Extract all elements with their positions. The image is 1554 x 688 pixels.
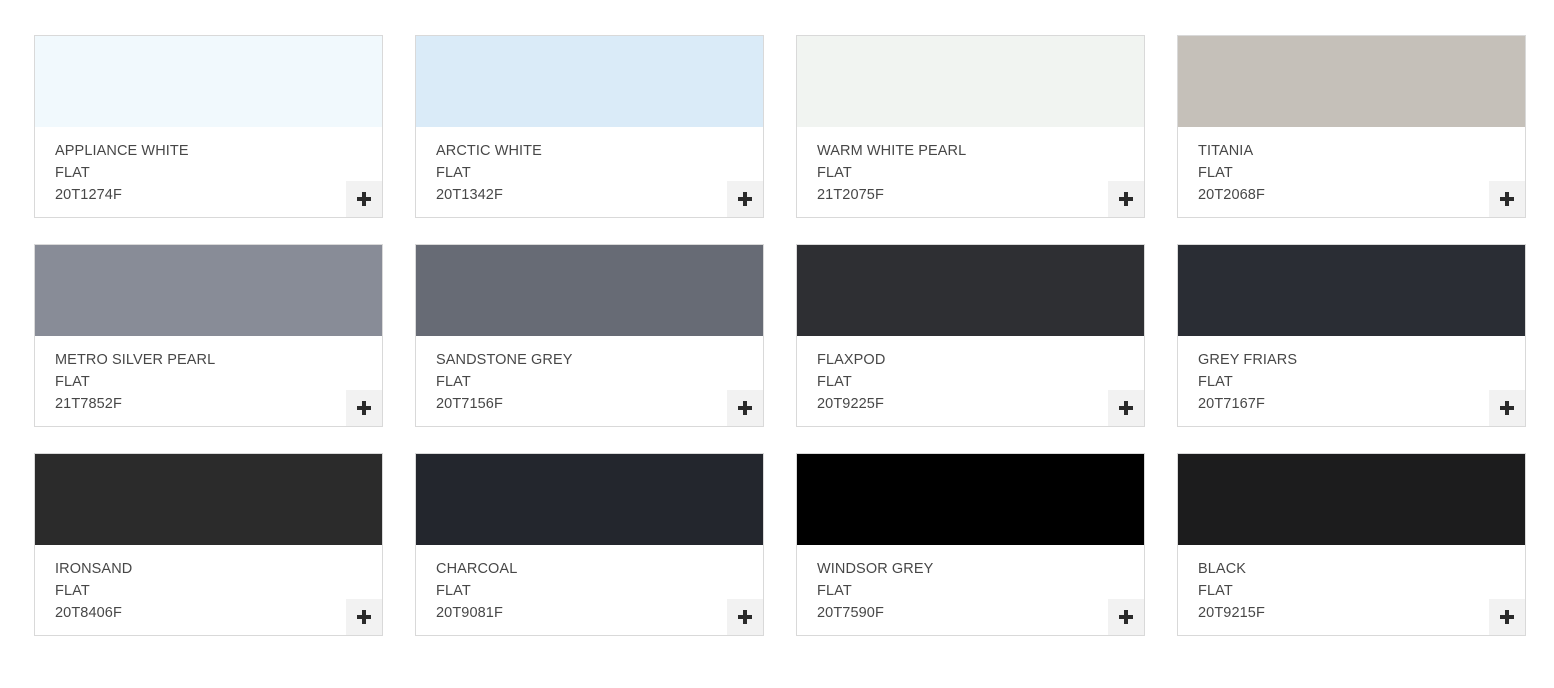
add-button[interactable] (727, 599, 763, 635)
color-card[interactable]: WARM WHITE PEARL FLAT 21T2075F (796, 35, 1145, 218)
plus-icon (1500, 401, 1514, 415)
color-code: 21T2075F (817, 187, 884, 203)
plus-icon (357, 610, 371, 624)
color-swatch (797, 36, 1144, 127)
color-swatch (416, 454, 763, 545)
color-name: WINDSOR GREY (817, 561, 934, 577)
color-name: BLACK (1198, 561, 1247, 577)
color-finish: FLAT (436, 374, 471, 390)
plus-icon (1119, 401, 1133, 415)
color-swatch (1178, 454, 1525, 545)
color-code: 20T2068F (1198, 187, 1265, 203)
card-details: FLAXPOD FLAT 20T9225F (817, 349, 885, 415)
color-swatch (797, 454, 1144, 545)
color-name: CHARCOAL (436, 561, 518, 577)
color-name: WARM WHITE PEARL (817, 143, 967, 159)
card-details: BLACK FLAT 20T9215F (1198, 558, 1265, 624)
color-finish: FLAT (55, 583, 90, 599)
plus-icon (357, 401, 371, 415)
color-finish: FLAT (817, 374, 852, 390)
add-button[interactable] (1108, 390, 1144, 426)
add-button[interactable] (1108, 181, 1144, 217)
color-card[interactable]: GREY FRIARS FLAT 20T7167F (1177, 244, 1526, 427)
card-details: TITANIA FLAT 20T2068F (1198, 140, 1265, 206)
card-details: IRONSAND FLAT 20T8406F (55, 558, 132, 624)
color-finish: FLAT (55, 374, 90, 390)
card-details: METRO SILVER PEARL FLAT 21T7852F (55, 349, 215, 415)
color-card[interactable]: SANDSTONE GREY FLAT 20T7156F (415, 244, 764, 427)
color-swatch (797, 245, 1144, 336)
color-card[interactable]: WINDSOR GREY FLAT 20T7590F (796, 453, 1145, 636)
plus-icon (1500, 192, 1514, 206)
color-name: IRONSAND (55, 561, 133, 577)
color-code: 20T7590F (817, 605, 884, 621)
color-finish: FLAT (436, 165, 471, 181)
color-swatch (35, 36, 382, 127)
plus-icon (1500, 610, 1514, 624)
add-button[interactable] (346, 599, 382, 635)
color-code: 20T9081F (436, 605, 503, 621)
color-card[interactable]: IRONSAND FLAT 20T8406F (34, 453, 383, 636)
card-details: CHARCOAL FLAT 20T9081F (436, 558, 517, 624)
add-button[interactable] (727, 390, 763, 426)
plus-icon (738, 192, 752, 206)
card-details: APPLIANCE WHITE FLAT 20T1274F (55, 140, 189, 206)
add-button[interactable] (1489, 390, 1525, 426)
color-finish: FLAT (1198, 583, 1233, 599)
add-button[interactable] (1108, 599, 1144, 635)
color-code: 20T8406F (55, 605, 122, 621)
color-code: 20T7156F (436, 396, 503, 412)
color-code: 20T1274F (55, 187, 122, 203)
color-name: ARCTIC WHITE (436, 143, 542, 159)
add-button[interactable] (727, 181, 763, 217)
color-code: 20T7167F (1198, 396, 1265, 412)
add-button[interactable] (346, 390, 382, 426)
color-code: 21T7852F (55, 396, 122, 412)
plus-icon (738, 610, 752, 624)
color-swatch (35, 245, 382, 336)
card-details: GREY FRIARS FLAT 20T7167F (1198, 349, 1297, 415)
color-name: FLAXPOD (817, 352, 886, 368)
color-card[interactable]: CHARCOAL FLAT 20T9081F (415, 453, 764, 636)
color-card[interactable]: BLACK FLAT 20T9215F (1177, 453, 1526, 636)
plus-icon (1119, 192, 1133, 206)
add-button[interactable] (1489, 599, 1525, 635)
add-button[interactable] (346, 181, 382, 217)
color-card[interactable]: APPLIANCE WHITE FLAT 20T1274F (34, 35, 383, 218)
color-code: 20T9225F (817, 396, 884, 412)
plus-icon (357, 192, 371, 206)
card-details: ARCTIC WHITE FLAT 20T1342F (436, 140, 542, 206)
color-card[interactable]: FLAXPOD FLAT 20T9225F (796, 244, 1145, 427)
color-finish: FLAT (817, 583, 852, 599)
plus-icon (1119, 610, 1133, 624)
color-swatch (416, 245, 763, 336)
color-swatch (416, 36, 763, 127)
color-finish: FLAT (55, 165, 90, 181)
color-name: GREY FRIARS (1198, 352, 1298, 368)
color-finish: FLAT (436, 583, 471, 599)
color-code: 20T1342F (436, 187, 503, 203)
card-details: WARM WHITE PEARL FLAT 21T2075F (817, 140, 966, 206)
color-name: TITANIA (1198, 143, 1254, 159)
color-finish: FLAT (1198, 374, 1233, 390)
add-button[interactable] (1489, 181, 1525, 217)
color-swatch-grid: APPLIANCE WHITE FLAT 20T1274F ARCTIC WHI… (34, 35, 1526, 636)
card-details: WINDSOR GREY FLAT 20T7590F (817, 558, 933, 624)
color-swatch (1178, 36, 1525, 127)
color-name: METRO SILVER PEARL (55, 352, 216, 368)
color-swatch (1178, 245, 1525, 336)
color-card[interactable]: METRO SILVER PEARL FLAT 21T7852F (34, 244, 383, 427)
color-code: 20T9215F (1198, 605, 1265, 621)
color-finish: FLAT (1198, 165, 1233, 181)
color-name: SANDSTONE GREY (436, 352, 573, 368)
card-details: SANDSTONE GREY FLAT 20T7156F (436, 349, 573, 415)
color-card[interactable]: TITANIA FLAT 20T2068F (1177, 35, 1526, 218)
color-card[interactable]: ARCTIC WHITE FLAT 20T1342F (415, 35, 764, 218)
color-finish: FLAT (817, 165, 852, 181)
cropped-heading-strip (0, 0, 1554, 10)
color-swatch (35, 454, 382, 545)
plus-icon (738, 401, 752, 415)
color-name: APPLIANCE WHITE (55, 143, 189, 159)
